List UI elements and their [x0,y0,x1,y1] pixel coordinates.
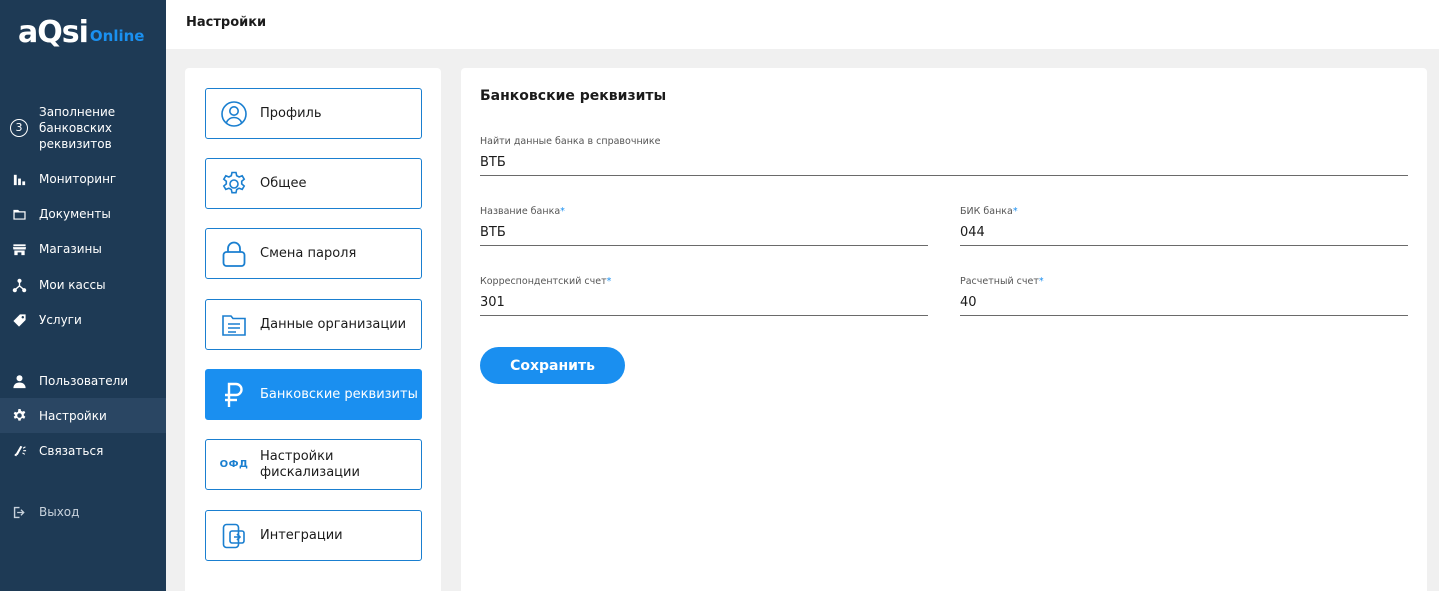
settings-menu-bank-details[interactable]: Банковские реквизиты [205,369,422,420]
settings-menu-integrations[interactable]: Интеграции [205,510,422,561]
store-icon [10,240,28,258]
settings-menu-organization-data[interactable]: Данные организации [205,299,422,350]
sidebar: aQsi Online 3 Заполнение банковских рекв… [0,0,166,591]
settings-menu-label: Профиль [260,105,322,121]
sidebar-item-settings[interactable]: Настройки [0,398,166,433]
settings-menu-label: Общее [260,175,307,191]
sidebar-item-label: Настройки [39,408,107,423]
required-mark: * [1038,276,1044,287]
sidebar-item-logout[interactable]: Выход [0,500,166,524]
sidebar-item-label: Документы [39,207,111,221]
folder-icon [10,205,28,223]
ofd-icon: ОФД [219,459,249,470]
field-label: Название банка* [480,206,565,217]
corr-account-field: Корреспондентский счет* [480,276,928,316]
required-mark: * [1012,206,1018,217]
app-logo[interactable]: aQsi Online [18,10,144,50]
bank-search-field: Найти данные банка в справочнике [480,136,1408,176]
settings-menu-change-password[interactable]: Смена пароля [205,228,422,279]
network-icon [10,276,28,294]
lock-icon [220,240,248,268]
gear-icon [220,170,248,198]
required-mark: * [560,206,565,217]
tag-icon [10,311,28,329]
bank-details-panel: Банковские реквизиты Найти данные банка … [461,68,1427,591]
settings-menu-profile[interactable]: Профиль [205,88,422,139]
sidebar-item-contact[interactable]: Связаться [0,439,166,463]
integration-icon [220,522,248,550]
settlement-account-field: Расчетный счет* [960,276,1408,316]
settlement-account-input[interactable] [960,293,1408,315]
settings-menu-label: Интеграции [260,527,343,543]
sidebar-item-services[interactable]: Услуги [0,308,166,332]
sidebar-item-label: Мониторинг [39,172,117,186]
settings-menu-label: Настройки фискализации [260,448,360,480]
sidebar-item-label: Услуги [39,313,82,327]
save-button[interactable]: Сохранить [480,347,625,384]
gear-icon [10,407,28,425]
settings-menu-label: Данные организации [260,316,407,332]
bik-field: БИК банка* [960,206,1408,246]
settings-menu: Профиль Общее Смена пароля Данные органи… [185,68,441,591]
bank-name-field: Название банка* [480,206,928,246]
sidebar-item-label: Выход [39,505,80,519]
ruble-icon [220,381,248,409]
field-label: Корреспондентский счет* [480,276,612,287]
sidebar-item-label: Заполнение банковских реквизитов [39,105,116,151]
settings-menu-fiscalization[interactable]: ОФД Настройки фискализации [205,439,422,490]
sidebar-item-stores[interactable]: Магазины [0,237,166,261]
sidebar-item-label: Связаться [39,444,104,458]
section-title: Банковские реквизиты [480,88,667,104]
sidebar-item-label: Пользователи [39,374,129,388]
logo-main-text: aQsi [18,15,89,50]
logout-icon [10,503,28,521]
sidebar-item-label: Магазины [39,242,102,256]
profile-icon [220,100,248,128]
sidebar-item-bank-details-setup[interactable]: 3 Заполнение банковских реквизитов [0,103,166,153]
document-folder-icon [220,311,248,339]
settings-menu-general[interactable]: Общее [205,158,422,209]
sidebar-item-monitoring[interactable]: Мониторинг [0,167,166,191]
corr-account-input[interactable] [480,293,928,315]
required-mark: * [606,276,612,287]
logo-sub-text: Online [89,27,145,45]
bank-search-input[interactable] [480,153,1408,175]
settings-menu-label: Банковские реквизиты [260,386,418,402]
field-label: Расчетный счет* [960,276,1044,287]
settings-menu-label: Смена пароля [260,245,357,261]
user-icon [10,372,28,390]
sidebar-item-my-cashboxes[interactable]: Мои кассы [0,273,166,297]
megaphone-icon [10,442,28,460]
bank-name-input[interactable] [480,223,928,245]
sidebar-item-users[interactable]: Пользователи [0,369,166,393]
sidebar-item-documents[interactable]: Документы [0,202,166,226]
top-header: Настройки [166,0,1439,49]
page-title: Настройки [186,15,267,30]
bar-chart-icon [10,170,28,188]
step-badge: 3 [10,119,28,137]
field-label: БИК банка* [960,206,1018,217]
field-label: Найти данные банка в справочнике [480,136,661,147]
bik-input[interactable] [960,223,1408,245]
sidebar-item-label: Мои кассы [39,278,106,292]
